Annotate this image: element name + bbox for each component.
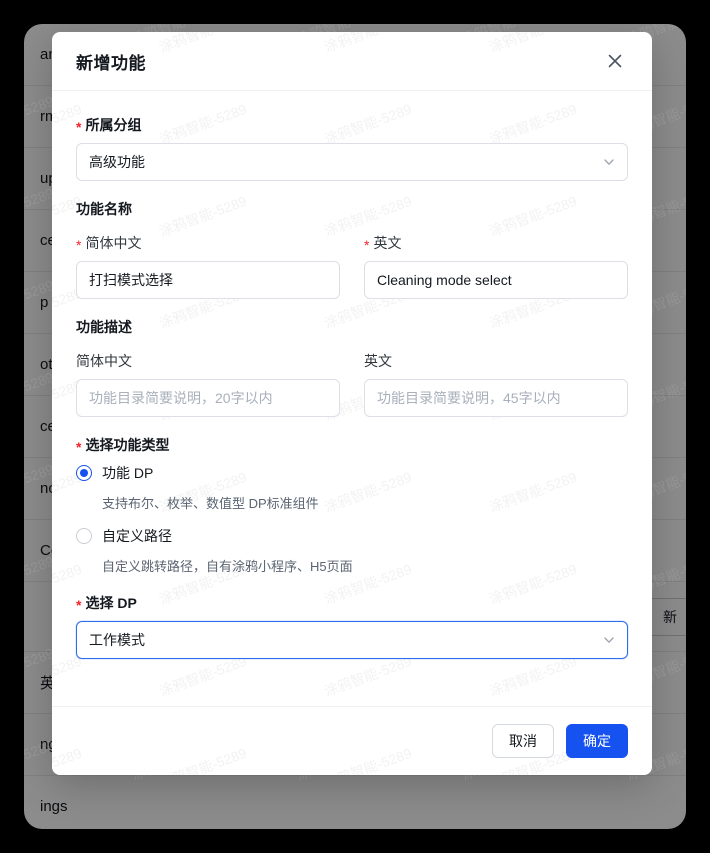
function-desc-section: 功能描述 简体中文 功能目录简要说明，20字以内 英文 功能目录简要说明，45字… <box>76 317 628 417</box>
function-name-section: 功能名称 * 简体中文 打扫模式选择 * 英文 Cleaning mode se… <box>76 199 628 299</box>
function-type-label-text: 选择功能类型 <box>85 437 170 453</box>
required-marker: * <box>76 439 82 455</box>
required-marker: * <box>76 119 82 135</box>
dp-label-text: 选择 DP <box>85 595 137 611</box>
function-name-en-label-text: 英文 <box>373 235 402 251</box>
modal-footer: 取消 确定 <box>52 706 652 775</box>
function-name-en-input[interactable]: Cleaning mode select <box>364 261 628 299</box>
radio-option-function-dp[interactable]: 功能 DP <box>76 463 628 483</box>
group-label: * 所属分组 <box>76 115 628 135</box>
chevron-down-icon <box>603 634 615 646</box>
add-function-modal: 涂鸦智能-5289 涂鸦智能-5289 涂鸦智能-5289 涂鸦智能-5289 涂鸦智能… <box>52 32 652 775</box>
function-desc-zh-placeholder: 功能目录简要说明，20字以内 <box>89 390 273 406</box>
function-name-en-field: * 英文 Cleaning mode select <box>364 233 628 299</box>
chevron-down-icon <box>603 156 615 168</box>
function-name-zh-input[interactable]: 打扫模式选择 <box>76 261 340 299</box>
cancel-button[interactable]: 取消 <box>492 724 554 758</box>
close-icon[interactable] <box>602 48 628 74</box>
function-name-zh-value: 打扫模式选择 <box>89 272 173 288</box>
group-field: * 所属分组 高级功能 <box>76 115 628 181</box>
function-name-zh-label-text: 简体中文 <box>85 235 142 251</box>
function-name-zh-label: * 简体中文 <box>76 233 340 253</box>
function-desc-title: 功能描述 <box>76 319 132 335</box>
group-select-value: 高级功能 <box>89 154 145 170</box>
function-desc-zh-label: 简体中文 <box>76 353 132 369</box>
radio-label-custom-path: 自定义路径 <box>102 528 172 544</box>
dp-select-value: 工作模式 <box>89 632 145 648</box>
confirm-button[interactable]: 确定 <box>566 724 628 758</box>
dp-label: * 选择 DP <box>76 593 628 613</box>
function-name-en-label: * 英文 <box>364 233 628 253</box>
required-marker: * <box>76 237 82 253</box>
group-label-text: 所属分组 <box>85 117 142 133</box>
radio-hint-function-dp: 支持布尔、枚举、数值型 DP标准组件 <box>102 496 319 511</box>
function-desc-en-input[interactable]: 功能目录简要说明，45字以内 <box>364 379 628 417</box>
radio-label-function-dp: 功能 DP <box>102 465 154 481</box>
function-desc-en-placeholder: 功能目录简要说明，45字以内 <box>377 390 561 406</box>
radio-icon-selected <box>76 465 92 481</box>
function-type-label: * 选择功能类型 <box>76 435 628 455</box>
page-title: 新增功能 <box>76 53 146 73</box>
function-name-en-value: Cleaning mode select <box>377 272 512 288</box>
function-name-zh-field: * 简体中文 打扫模式选择 <box>76 233 340 299</box>
radio-hint-custom-path: 自定义跳转路径，自有涂鸦小程序、H5页面 <box>102 559 353 574</box>
group-select[interactable]: 高级功能 <box>76 143 628 181</box>
required-marker: * <box>364 237 370 253</box>
radio-option-custom-path[interactable]: 自定义路径 <box>76 526 628 546</box>
function-desc-zh-input[interactable]: 功能目录简要说明，20字以内 <box>76 379 340 417</box>
function-type-section: * 选择功能类型 功能 DP 支持布尔、枚举、数值型 DP标准组件 自定义路径 … <box>76 435 628 575</box>
modal-header: 新增功能 <box>52 32 652 91</box>
modal-body: * 所属分组 高级功能 功能名称 * 简体中文 打扫模式选择 * 英文 Clea… <box>52 91 652 706</box>
required-marker: * <box>76 597 82 613</box>
function-desc-en-label: 英文 <box>364 353 392 369</box>
function-desc-en-field: 英文 功能目录简要说明，45字以内 <box>364 351 628 417</box>
screen: and Armatioupcepotificace Nenced Cont新英文… <box>0 0 710 853</box>
function-desc-zh-field: 简体中文 功能目录简要说明，20字以内 <box>76 351 340 417</box>
radio-icon-unselected <box>76 528 92 544</box>
function-name-title: 功能名称 <box>76 201 132 217</box>
dp-select[interactable]: 工作模式 <box>76 621 628 659</box>
dp-field: * 选择 DP 工作模式 <box>76 593 628 659</box>
